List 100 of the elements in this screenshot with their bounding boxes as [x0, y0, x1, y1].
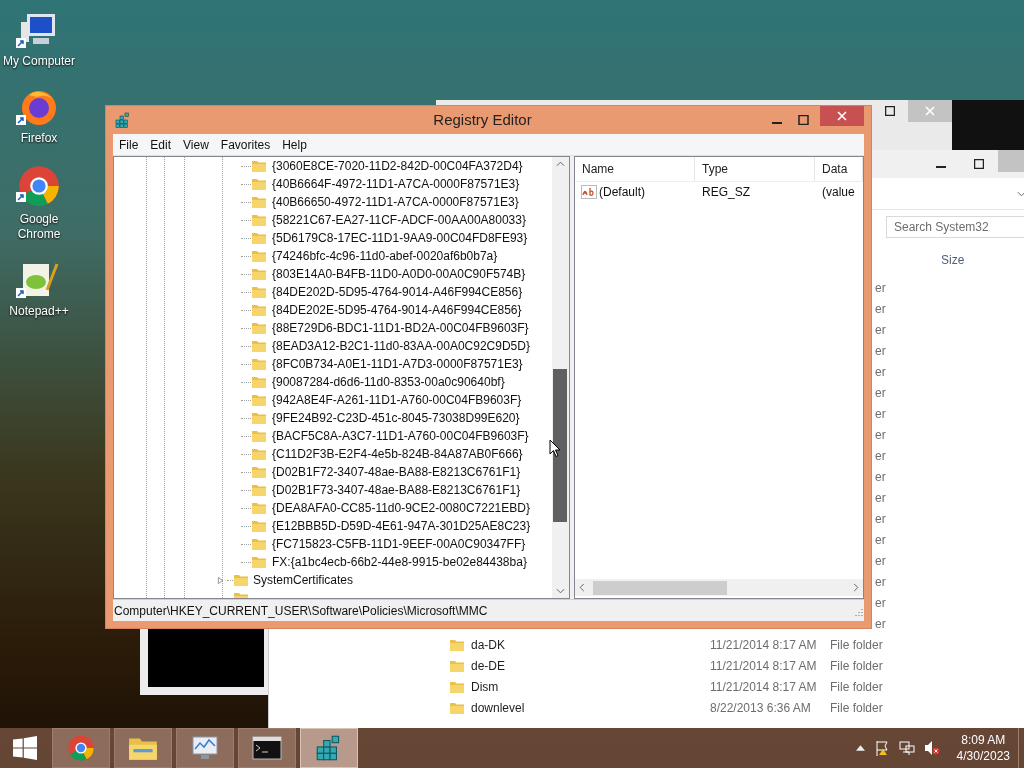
chevron-down-icon[interactable] [556, 588, 565, 594]
date-modified: 8/22/2013 6:36 AM [710, 699, 812, 717]
tree-item[interactable]: {58221C67-EA27-11CF-ADCF-00AA00A80033} [272, 211, 526, 229]
folder-icon [251, 555, 267, 569]
tree-item[interactable]: {803E14A0-B4FB-11D0-A0D0-00A0C90F574B} [272, 265, 526, 283]
file-name[interactable]: downlevel [471, 698, 710, 717]
tree-item[interactable]: {C11D2F3B-E2F4-4e5b-824B-84A87AB0F666} [272, 445, 523, 463]
item-type: er [875, 531, 886, 549]
item-type: er [875, 447, 886, 465]
folder-icon [251, 159, 267, 173]
folder-icon [251, 501, 267, 515]
caret-up-icon[interactable] [855, 745, 865, 751]
file-name[interactable]: Dism [471, 677, 710, 696]
chevron-up-icon[interactable] [556, 161, 565, 167]
desktop-icon-label[interactable]: Firefox [20, 131, 58, 146]
scrollbar-thumb[interactable] [593, 580, 727, 595]
file-name[interactable]: de-DE [471, 656, 710, 675]
item-type: er [875, 363, 886, 381]
maximize-icon[interactable] [885, 106, 895, 116]
scrollbar-thumb[interactable] [553, 369, 567, 522]
horizontal-scrollbar[interactable] [575, 579, 863, 596]
folder-icon [449, 658, 465, 673]
maximize-icon[interactable] [974, 159, 984, 169]
chevron-left-icon[interactable] [579, 583, 585, 592]
network-icon[interactable] [898, 740, 915, 756]
tree-item[interactable]: {FC715823-C5FB-11D1-9EEF-00A0C90347FF} [272, 535, 526, 553]
menu-item[interactable]: Help [276, 135, 313, 154]
monitor-graph-icon [189, 734, 221, 762]
folder-icon [251, 393, 267, 407]
close-icon [837, 111, 847, 121]
tree-item[interactable]: SystemCertificates [253, 571, 354, 589]
folder-icon [449, 700, 465, 715]
desktop-icon-label[interactable]: Google Chrome [0, 212, 78, 242]
tree-item[interactable]: {D02B1F73-3407-48ae-BA88-E8213C6761F1} [272, 481, 521, 499]
value-name[interactable]: (Default) [599, 183, 645, 201]
status-path: Computer\HKEY_CURRENT_USER\Software\Policies\Microsoft\MMC [114, 602, 488, 620]
folder-icon [251, 465, 267, 479]
menu-item[interactable]: File [113, 135, 145, 154]
tree-item[interactable]: {DEA8AFA0-CC85-11d0-9CE2-0080C7221EBD} [272, 499, 530, 517]
terminal-icon [251, 736, 283, 760]
tree-item[interactable]: {88E729D6-BDC1-11D1-BD2A-00C04FB9603F} [272, 319, 529, 337]
tree-item[interactable]: {90087284-d6d6-11d0-8353-00a0c90640bf} [272, 373, 505, 391]
tree-item[interactable]: {3060E8CE-7020-11D2-842D-00C04FA372D4} [272, 157, 523, 175]
tree-item[interactable]: {74246bfc-4c96-11d0-abef-0020af6b0b7a} [272, 247, 498, 265]
column-header[interactable]: Name [575, 157, 695, 181]
menu-item[interactable]: Edit [144, 135, 178, 154]
chrome-icon [17, 164, 61, 208]
desktop-icon-label[interactable]: Notepad++ [9, 304, 69, 319]
clock-time[interactable]: 8:09 AM [961, 732, 1006, 748]
shortcut-arrow-icon [16, 288, 26, 298]
item-type: er [875, 426, 886, 444]
chevron-down-icon[interactable] [1017, 190, 1024, 197]
chevron-right-icon[interactable] [853, 583, 859, 592]
item-type: er [875, 573, 886, 591]
menu-item[interactable]: View [177, 135, 215, 154]
tree-item[interactable]: {84DE202E-5D95-4764-9014-A46F994CE856} [272, 301, 522, 319]
close-button[interactable] [820, 106, 864, 126]
tree-item[interactable]: {D02B1F72-3407-48ae-BA88-E8213C6761F1} [272, 463, 521, 481]
menu-item[interactable]: Favorites [214, 135, 277, 154]
file-name[interactable]: da-DK [471, 635, 710, 654]
tree-item[interactable]: {8EAD3A12-B2C1-11d0-83AA-00A0C92C9D5D} [272, 337, 530, 355]
folder-icon [251, 267, 267, 281]
speaker-muted-icon[interactable] [923, 740, 940, 756]
column-header[interactable]: Data [815, 157, 863, 181]
shortcut-arrow-icon [16, 192, 26, 202]
windows-logo-icon [13, 736, 37, 760]
chrome-icon [67, 734, 95, 762]
folder-icon [251, 375, 267, 389]
maximize-icon[interactable] [797, 115, 809, 125]
tree-item[interactable]: {40B66650-4972-11D1-A7CA-0000F87571E3} [272, 193, 519, 211]
value-type: REG_SZ [701, 184, 751, 201]
folder-icon [251, 483, 267, 497]
folder-icon [251, 537, 267, 551]
cubes-icon [115, 112, 131, 128]
column-header[interactable]: Size [941, 251, 965, 269]
tree-item[interactable]: {942A8E4F-A261-11D1-A760-00C04FB9603F} [272, 391, 522, 409]
item-type: File folder [830, 699, 883, 717]
tree-item[interactable]: {BACF5C8A-A3C7-11D1-A760-00C04FB9603F} [272, 427, 529, 445]
folder-icon [449, 637, 465, 652]
tree-item[interactable]: {9FE24B92-C23D-451c-8045-73038D99E620} [272, 409, 520, 427]
tree-item[interactable]: {84DE202D-5D95-4764-9014-A46F994CE856} [272, 283, 523, 301]
folder-icon [251, 447, 267, 461]
taskbar-app-button[interactable] [238, 728, 296, 768]
desktop-icon-label[interactable]: My Computer [3, 54, 75, 69]
clock-date[interactable]: 4/30/2023 [956, 748, 1010, 764]
column-header[interactable]: Type [695, 157, 815, 181]
tree-item[interactable]: FX:{a1bc4ecb-66b2-44e8-9915-be02e84438ba} [272, 553, 527, 571]
tree-item[interactable]: {E12BBB5D-D59D-4E61-947A-301D25AE8C23} [272, 517, 531, 535]
tree-item[interactable]: {40B6664F-4972-11D1-A7CA-0000F87571E3} [272, 175, 520, 193]
item-type: er [875, 615, 886, 633]
item-type: er [875, 321, 886, 339]
item-type: er [875, 384, 886, 402]
tree-item[interactable]: {5D6179C8-17EC-11D1-9AA9-00C04FD8FE93} [272, 229, 528, 247]
folder-icon [251, 357, 267, 371]
search-field[interactable]: Search System32 [886, 216, 1024, 238]
folder-icon [449, 679, 465, 694]
item-type: er [875, 405, 886, 423]
expand-arrow-icon[interactable] [217, 576, 224, 584]
tree-item[interactable]: {8FC0B734-A0E1-11D1-A7D3-0000F87571E3} [272, 355, 523, 373]
flag-icon[interactable] [873, 740, 890, 756]
